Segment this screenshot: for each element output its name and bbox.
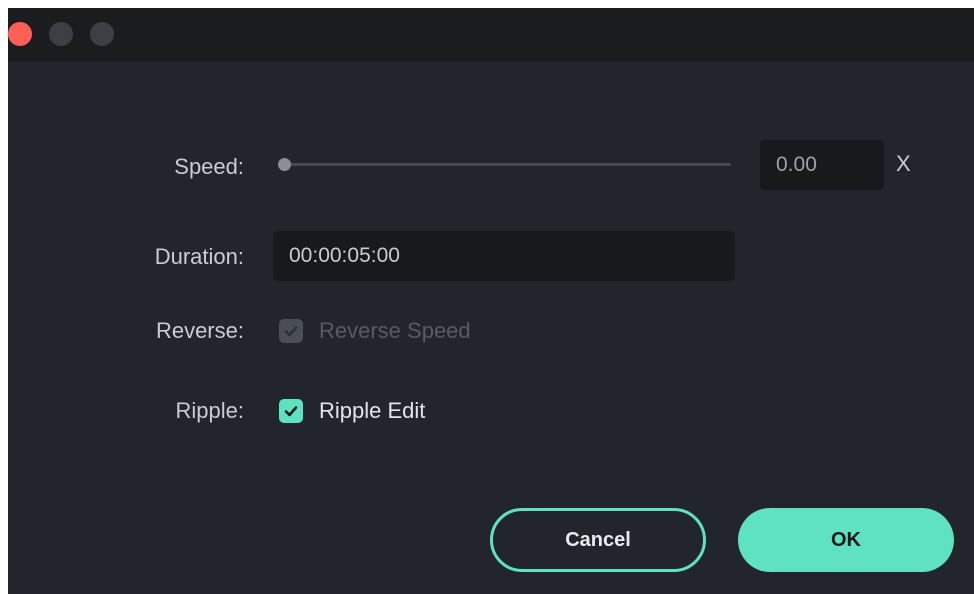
- checkmark-icon: [284, 406, 298, 417]
- ripple-label: Ripple:: [175, 398, 244, 423]
- duration-label: Duration:: [154, 244, 244, 269]
- speed-unit: X: [896, 151, 911, 176]
- ripple-edit-checkbox[interactable]: [279, 399, 303, 423]
- duration-input[interactable]: 00:00:05:00: [273, 231, 735, 281]
- close-dot-icon[interactable]: [8, 22, 32, 46]
- speed-slider[interactable]: [285, 163, 731, 166]
- ripple-edit-label[interactable]: Ripple Edit: [319, 398, 425, 424]
- speed-duration-dialog: Speed: 0.00 X Duration: 00:00:05:00 Reve…: [8, 8, 974, 594]
- cancel-button[interactable]: Cancel: [490, 508, 706, 572]
- reverse-speed-checkbox: [279, 319, 303, 343]
- reverse-label: Reverse:: [155, 318, 244, 343]
- speed-slider-thumb[interactable]: [278, 158, 291, 171]
- checkmark-icon: [284, 326, 298, 337]
- speed-input[interactable]: 0.00: [760, 140, 884, 190]
- title-bar: [8, 8, 974, 62]
- reverse-speed-label: Reverse Speed: [319, 318, 471, 343]
- ok-button[interactable]: OK: [738, 508, 954, 572]
- speed-label: Speed:: [174, 154, 244, 179]
- maximize-dot-icon[interactable]: [90, 22, 114, 46]
- minimize-dot-icon[interactable]: [49, 22, 73, 46]
